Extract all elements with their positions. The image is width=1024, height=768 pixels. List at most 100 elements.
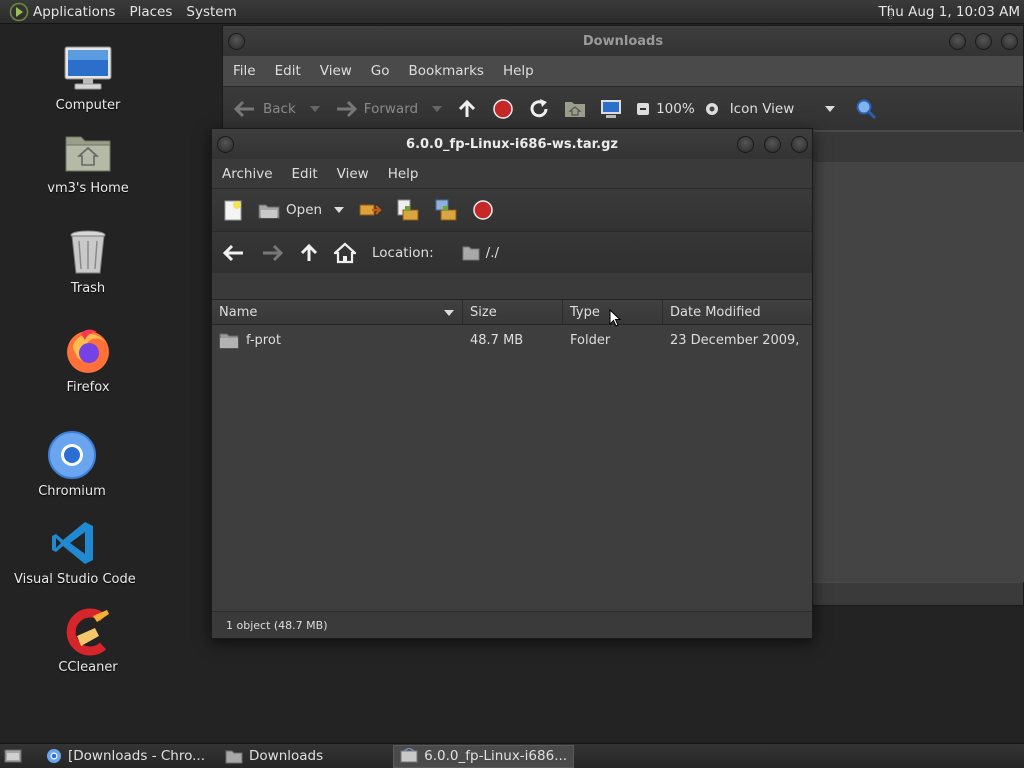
- open-label: Open: [286, 202, 323, 218]
- home-folder-icon: [565, 101, 586, 117]
- show-desktop-button[interactable]: [0, 745, 26, 768]
- stop-icon: [493, 98, 513, 119]
- chromium-icon: [47, 749, 61, 763]
- zoom-control[interactable]: 100% Icon View: [636, 100, 836, 117]
- desktop-icon-label: vm3's Home: [47, 181, 129, 196]
- window-title: Downloads: [582, 33, 664, 49]
- archive-titlebar[interactable]: 6.0.0_fp-Linux-i686-ws.tar.gz: [212, 129, 812, 159]
- minimize-button[interactable]: [949, 33, 966, 50]
- menu-archive[interactable]: Archive: [222, 166, 273, 182]
- computer-icon: [64, 46, 112, 90]
- location-path[interactable]: /./: [486, 245, 499, 261]
- menu-help[interactable]: Help: [388, 166, 419, 182]
- downloads-titlebar[interactable]: Downloads: [223, 26, 1023, 56]
- downloads-toolbar: Back Forward 100% Icon View: [223, 86, 1023, 130]
- column-header-label: Date Modified: [670, 304, 761, 320]
- taskbar-item-archive-manager[interactable]: 6.0.0_fp-Linux-i686...: [393, 744, 575, 768]
- computer-button[interactable]: [600, 98, 622, 120]
- chevron-down-icon[interactable]: [825, 105, 836, 113]
- desktop-icon-computer[interactable]: Computer: [28, 44, 148, 113]
- maximize-button[interactable]: [764, 136, 781, 153]
- forward-arrow-icon: [336, 100, 357, 117]
- extract-icon: [359, 204, 382, 216]
- cell-name: f-prot: [212, 332, 463, 349]
- zoom-out-icon[interactable]: [636, 102, 650, 116]
- chevron-down-icon[interactable]: [334, 206, 345, 214]
- desktop-icon-ccleaner[interactable]: CCleaner: [28, 606, 148, 675]
- file-list-header: Name Size Type Date Modified: [212, 299, 812, 325]
- open-button[interactable]: Open: [258, 199, 345, 221]
- menu-edit[interactable]: Edit: [292, 166, 318, 182]
- desktop-icon-home[interactable]: vm3's Home: [28, 127, 148, 196]
- menu-edit[interactable]: Edit: [275, 63, 301, 79]
- back-button[interactable]: [222, 243, 246, 263]
- add-files-button[interactable]: [396, 198, 420, 222]
- task-label: Downloads: [249, 748, 324, 764]
- downloads-content-area[interactable]: [813, 162, 1024, 582]
- column-header-size[interactable]: Size: [463, 299, 563, 325]
- zoom-in-icon[interactable]: [705, 102, 719, 116]
- places-menu[interactable]: Places: [123, 4, 180, 20]
- clock[interactable]: Thu Aug 1, 10:03 AM: [878, 4, 1020, 20]
- stop-button[interactable]: [492, 98, 514, 120]
- column-header-label: Name: [219, 304, 258, 320]
- task-label: [Downloads - Chro...: [68, 748, 205, 764]
- desktop-icon-trash[interactable]: Trash: [28, 227, 148, 296]
- new-document-icon: [224, 200, 242, 221]
- applications-menu[interactable]: Applications: [33, 4, 123, 20]
- forward-button[interactable]: Forward: [334, 99, 443, 119]
- menu-bookmarks[interactable]: Bookmarks: [409, 63, 484, 79]
- desktop-icon-chromium[interactable]: Chromium: [12, 430, 132, 499]
- back-button[interactable]: Back: [233, 99, 320, 119]
- computer-icon: [601, 99, 622, 118]
- menu-file[interactable]: File: [233, 63, 256, 79]
- desktop-icon-vscode[interactable]: Visual Studio Code: [14, 518, 136, 587]
- close-button[interactable]: [791, 136, 808, 153]
- back-label: Back: [263, 100, 296, 117]
- search-icon: [856, 99, 877, 119]
- home-button[interactable]: [334, 242, 356, 264]
- menu-help[interactable]: Help: [503, 63, 534, 79]
- system-menu[interactable]: System: [180, 4, 244, 20]
- top-panel: Applications Places System Thu Aug 1, 10…: [0, 0, 1024, 24]
- up-button[interactable]: [456, 98, 478, 120]
- folder-icon: [462, 246, 480, 260]
- menu-go[interactable]: Go: [371, 63, 390, 79]
- sort-descending-icon: [444, 310, 454, 316]
- home-button[interactable]: [564, 98, 586, 120]
- view-mode-select[interactable]: Icon View: [730, 101, 795, 117]
- taskbar-item-chromium[interactable]: [Downloads - Chro...: [40, 745, 211, 768]
- taskbar-item-downloads[interactable]: Downloads: [219, 745, 329, 768]
- up-button[interactable]: [298, 242, 320, 264]
- file-list[interactable]: Name Size Type Date Modified f-prot 48.7: [212, 299, 812, 611]
- window-menu-button[interactable]: [217, 136, 234, 153]
- desktop-icon-label: Firefox: [66, 380, 110, 395]
- home-icon: [334, 242, 356, 263]
- chevron-down-icon[interactable]: [432, 105, 443, 113]
- stop-button[interactable]: [472, 199, 494, 221]
- search-button[interactable]: [855, 98, 877, 120]
- forward-button[interactable]: [260, 243, 284, 263]
- new-archive-button[interactable]: [222, 199, 244, 221]
- maximize-button[interactable]: [975, 33, 992, 50]
- archive-menubar: Archive Edit View Help: [212, 159, 812, 188]
- table-row[interactable]: f-prot 48.7 MB Folder 23 December 2009, …: [212, 325, 812, 355]
- column-header-date[interactable]: Date Modified: [663, 299, 810, 325]
- extract-button[interactable]: [358, 199, 382, 221]
- minimize-button[interactable]: [737, 136, 754, 153]
- chevron-down-icon[interactable]: [309, 105, 320, 113]
- column-header-label: Size: [470, 304, 497, 320]
- add-folder-button[interactable]: [434, 198, 458, 222]
- menu-view[interactable]: View: [337, 166, 369, 182]
- distro-logo-icon[interactable]: [9, 2, 29, 22]
- desktop-icon-label: CCleaner: [58, 660, 118, 675]
- location-bar: Location: /./: [212, 231, 812, 273]
- close-button[interactable]: [1001, 33, 1018, 50]
- zoom-level: 100%: [656, 100, 695, 117]
- window-menu-button[interactable]: [228, 33, 245, 50]
- menu-view[interactable]: View: [320, 63, 352, 79]
- reload-button[interactable]: [528, 98, 550, 120]
- desktop-icon-firefox[interactable]: Firefox: [28, 326, 148, 395]
- archive-toolbar: Open: [212, 188, 812, 231]
- column-header-name[interactable]: Name: [212, 299, 463, 325]
